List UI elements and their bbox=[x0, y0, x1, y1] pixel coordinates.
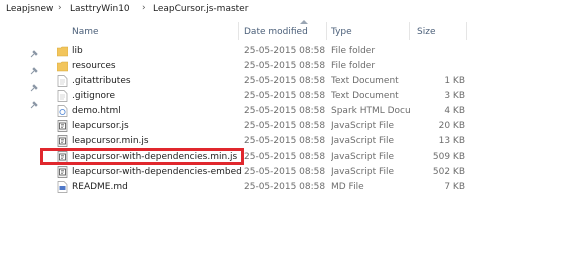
file-date: 25-05-2015 08:58 bbox=[244, 76, 326, 86]
file-date: 25-05-2015 08:58 bbox=[244, 121, 326, 131]
column-divider[interactable] bbox=[238, 22, 239, 40]
file-date: 25-05-2015 08:58 bbox=[244, 136, 326, 146]
folder-icon bbox=[57, 46, 68, 57]
file-type: MD File bbox=[331, 182, 364, 192]
column-divider[interactable] bbox=[466, 22, 467, 40]
file-row-leapcursor-with-dependencies-embedded[interactable]: leapcursor-with-dependencies-embedde... … bbox=[0, 165, 568, 180]
file-size: 1 KB bbox=[444, 76, 465, 86]
column-header-size[interactable]: Size bbox=[417, 27, 435, 37]
file-name[interactable]: README.md bbox=[72, 182, 242, 192]
column-header-type[interactable]: Type bbox=[331, 27, 352, 37]
column-header-date-modified[interactable]: Date modified bbox=[244, 27, 308, 37]
file-row-resources[interactable]: resources 25-05-2015 08:58 File folder bbox=[0, 59, 568, 74]
file-size: 502 KB bbox=[432, 167, 465, 177]
file-type: JavaScript File bbox=[331, 152, 395, 162]
breadcrumb: Leapjsnew › LasttryWin10 › LeapCursor.js… bbox=[0, 0, 568, 20]
md-file-icon bbox=[57, 181, 68, 193]
text-file-icon bbox=[57, 75, 68, 87]
file-type: Text Document bbox=[331, 91, 399, 101]
text-file-icon bbox=[57, 90, 68, 102]
highlight-box bbox=[40, 148, 244, 165]
file-name[interactable]: demo.html bbox=[72, 106, 242, 116]
js-file-icon bbox=[57, 135, 68, 147]
file-type: Text Document bbox=[331, 76, 399, 86]
file-size: 20 KB bbox=[438, 121, 465, 131]
file-type: Spark HTML Docu... bbox=[331, 106, 411, 116]
html-file-icon bbox=[57, 105, 68, 117]
file-row-lib[interactable]: lib 25-05-2015 08:58 File folder bbox=[0, 44, 568, 59]
file-name[interactable]: leapcursor.min.js bbox=[72, 136, 242, 146]
column-header-row: Name Date modified Type Size bbox=[0, 20, 568, 42]
file-row-leapcursor-min-js[interactable]: leapcursor.min.js 25-05-2015 08:58 JavaS… bbox=[0, 134, 568, 149]
js-file-icon bbox=[57, 120, 68, 132]
file-size: 7 KB bbox=[444, 182, 465, 192]
file-name[interactable]: lib bbox=[72, 46, 242, 56]
file-date: 25-05-2015 08:58 bbox=[244, 91, 326, 101]
file-type: JavaScript File bbox=[331, 121, 395, 131]
file-type: JavaScript File bbox=[331, 136, 395, 146]
breadcrumb-item-leapcursor[interactable]: LeapCursor.js-master bbox=[153, 4, 248, 14]
file-date: 25-05-2015 08:58 bbox=[244, 152, 326, 162]
file-date: 25-05-2015 08:58 bbox=[244, 182, 326, 192]
breadcrumb-item-leapjsnew[interactable]: Leapjsnew bbox=[6, 4, 53, 14]
column-divider[interactable] bbox=[409, 22, 410, 40]
file-date: 25-05-2015 08:58 bbox=[244, 167, 326, 177]
file-row-demo-html[interactable]: demo.html 25-05-2015 08:58 Spark HTML Do… bbox=[0, 104, 568, 119]
file-type: File folder bbox=[331, 46, 376, 56]
breadcrumb-separator[interactable]: › bbox=[58, 3, 62, 13]
file-row-readme-md[interactable]: README.md 25-05-2015 08:58 MD File 7 KB bbox=[0, 180, 568, 195]
column-header-name[interactable]: Name bbox=[72, 27, 99, 37]
file-row-gitignore[interactable]: .gitignore 25-05-2015 08:58 Text Documen… bbox=[0, 89, 568, 104]
file-date: 25-05-2015 08:58 bbox=[244, 61, 326, 71]
file-size: 509 KB bbox=[432, 152, 465, 162]
file-name[interactable]: .gitattributes bbox=[72, 76, 242, 86]
file-name[interactable]: leapcursor-with-dependencies-embedde... bbox=[72, 167, 242, 177]
file-date: 25-05-2015 08:58 bbox=[244, 46, 326, 56]
file-size: 4 KB bbox=[444, 106, 465, 116]
folder-icon bbox=[57, 61, 68, 72]
breadcrumb-item-lasttrywin10[interactable]: LasttryWin10 bbox=[70, 4, 130, 14]
file-name[interactable]: resources bbox=[72, 61, 242, 71]
js-file-icon bbox=[57, 166, 68, 178]
file-type: File folder bbox=[331, 61, 376, 71]
file-name[interactable]: .gitignore bbox=[72, 91, 242, 101]
column-divider[interactable] bbox=[326, 22, 327, 40]
file-size: 3 KB bbox=[444, 91, 465, 101]
sort-arrow-icon bbox=[300, 20, 308, 24]
file-row-leapcursor-js[interactable]: leapcursor.js 25-05-2015 08:58 JavaScrip… bbox=[0, 119, 568, 134]
file-row-gitattributes[interactable]: .gitattributes 25-05-2015 08:58 Text Doc… bbox=[0, 74, 568, 89]
file-name[interactable]: leapcursor.js bbox=[72, 121, 242, 131]
file-type: JavaScript File bbox=[331, 167, 395, 177]
file-date: 25-05-2015 08:58 bbox=[244, 106, 326, 116]
breadcrumb-separator[interactable]: › bbox=[142, 3, 146, 13]
file-size: 13 KB bbox=[438, 136, 465, 146]
